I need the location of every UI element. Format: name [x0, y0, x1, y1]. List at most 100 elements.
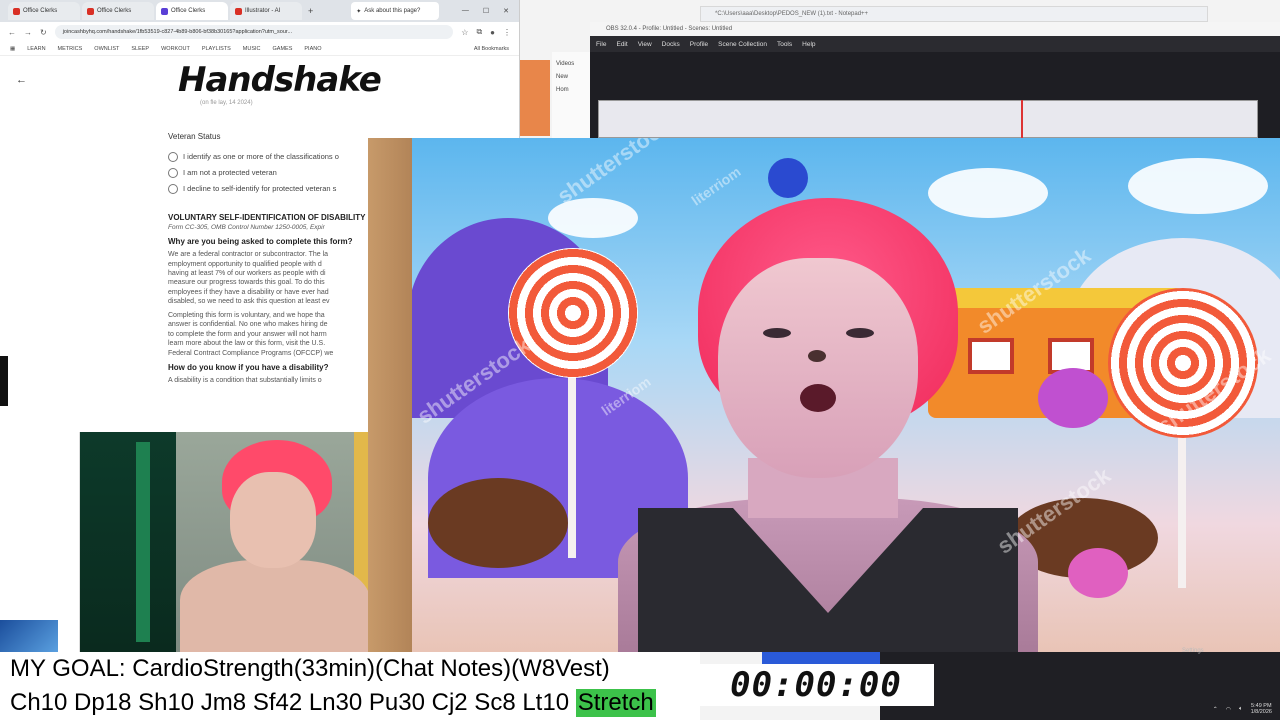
new-tab-icon[interactable]: + — [308, 6, 313, 16]
obs-titlebar[interactable]: OBS 32.0.4 - Profile: Untitled - Scenes:… — [590, 22, 1280, 36]
watermark-text: literriom — [688, 163, 744, 209]
network-icon[interactable]: ◠ — [1226, 706, 1231, 713]
obs-menubar: File Edit View Docks Profile Scene Colle… — [590, 36, 1280, 52]
forward-icon[interactable]: → — [24, 28, 32, 37]
radio-button[interactable] — [168, 167, 178, 178]
tab-strip: Office Clerks Office Clerks Office Clerk… — [0, 0, 519, 22]
profile-icon[interactable]: ● — [490, 28, 495, 37]
bookmark-folder[interactable]: OWNLIST — [94, 46, 119, 52]
bookmark-folder[interactable]: PIANO — [304, 46, 321, 52]
disability-subtitle: Form CC-305, OMB Control Number 1250-000… — [168, 223, 325, 231]
obs-menu-scene-collection[interactable]: Scene Collection — [718, 41, 767, 48]
person-eye — [846, 328, 874, 338]
why-paragraph: We are a federal contractor or subcontra… — [168, 251, 330, 306]
bookmark-folder[interactable]: PLAYLISTS — [202, 46, 231, 52]
person-face — [718, 258, 918, 478]
candy-ball — [768, 158, 808, 198]
volume-icon[interactable]: 🔈︎ — [1239, 706, 1243, 713]
obs-preview[interactable] — [598, 100, 1258, 138]
stopwatch-timer: 00:00:00 — [698, 664, 934, 706]
person-nose — [808, 350, 826, 362]
side-browser-panel: Videos New Hom — [552, 52, 590, 138]
application-form: Veteran Status I identify as one or more… — [168, 132, 378, 385]
watermark-text: shutterstock — [552, 138, 675, 209]
settings-label[interactable]: Settings — [1182, 648, 1204, 654]
person-mouth — [800, 384, 836, 412]
bookmarks-bar: ▦ LEARN METRICS OWNLIST SLEEP WORKOUT PL… — [0, 42, 519, 56]
cloud — [548, 198, 638, 238]
person-eye — [763, 328, 791, 338]
veteran-option[interactable]: I identify as one or more of the classif… — [168, 149, 378, 165]
taskbar-highlight — [762, 652, 880, 664]
voluntary-paragraph: Completing this form is voluntary, and w… — [168, 311, 334, 357]
site-icon — [87, 7, 94, 15]
bookmark-folder[interactable]: GAMES — [273, 46, 293, 52]
system-tray: ⌃ ◠ 🔈︎ 5:49 PM 1/8/2026 — [1213, 703, 1272, 716]
obs-menu-help[interactable]: Help — [802, 41, 815, 48]
obs-menu-profile[interactable]: Profile — [690, 41, 708, 48]
background-window-strip — [520, 60, 550, 136]
star-icon[interactable]: ☆ — [461, 28, 468, 37]
wood-post — [368, 138, 412, 652]
why-title: Why are you being asked to complete this… — [168, 237, 353, 247]
bookmark-folder[interactable]: METRICS — [58, 46, 83, 52]
bookmark-folder[interactable]: LEARN — [27, 46, 45, 52]
lollipop-stick — [568, 358, 576, 558]
reload-icon[interactable]: ↻ — [40, 28, 47, 37]
chevron-up-icon[interactable]: ⌃ — [1213, 706, 1218, 713]
radio-button[interactable] — [168, 183, 178, 194]
ask-page-button[interactable]: ✦ Ask about this page? — [351, 2, 440, 20]
handshake-icon — [161, 7, 168, 15]
maximize-icon[interactable]: ☐ — [483, 7, 489, 15]
desktop-strip — [0, 432, 80, 652]
veteran-option[interactable]: I decline to self-identify for protected… — [168, 181, 378, 197]
preview-guide-line — [1021, 100, 1023, 138]
bookmark-folder[interactable]: SLEEP — [131, 46, 149, 52]
url-bar[interactable]: joincashbyhq.com/handshake/1fb53519-c827… — [54, 25, 454, 39]
all-bookmarks[interactable]: All Bookmarks — [474, 46, 509, 52]
room-door — [80, 432, 176, 652]
bookmark-folder[interactable]: WORKOUT — [161, 46, 190, 52]
how-title: How do you know if you have a disability… — [168, 362, 329, 372]
browser-tab[interactable]: Office Clerks — [8, 2, 80, 20]
taskbar: ⌃ ◠ 🔈︎ 5:49 PM 1/8/2026 — [880, 652, 1280, 720]
notepad-titlebar[interactable]: *C:\Users\aaa\Desktop\PEDOS_NEW (1).txt … — [700, 6, 1208, 22]
obs-menu-view[interactable]: View — [638, 41, 652, 48]
veteran-option[interactable]: I am not a protected veteran — [168, 165, 378, 181]
stretch-highlight: Stretch — [575, 689, 656, 717]
back-arrow-icon[interactable]: ← — [16, 74, 27, 86]
minimize-icon[interactable]: — — [462, 7, 469, 15]
cloud — [1128, 158, 1268, 214]
logo-subtext: (on fle lay, 14 2024) — [200, 100, 253, 106]
disability-title: VOLUNTARY SELF-IDENTIFICATION OF DISABIL… — [168, 212, 366, 222]
how-paragraph: A disability is a condition that substan… — [168, 376, 322, 384]
radio-button[interactable] — [168, 151, 178, 162]
browser-tab-active[interactable]: Office Clerks — [156, 2, 228, 20]
sparkle-icon: ✦ — [356, 8, 362, 15]
donut — [428, 478, 568, 568]
back-icon[interactable]: ← — [8, 28, 16, 37]
obs-menu-edit[interactable]: Edit — [616, 41, 627, 48]
candy-ball — [1068, 548, 1128, 598]
obs-menu-docks[interactable]: Docks — [662, 41, 680, 48]
address-row: ← → ↻ joincashbyhq.com/handshake/1fb5351… — [0, 22, 519, 42]
gmail-icon — [13, 7, 20, 15]
side-item[interactable]: Videos — [556, 58, 586, 71]
side-item[interactable]: New — [556, 71, 586, 84]
side-item[interactable]: Hom — [556, 84, 586, 97]
person-body — [180, 560, 368, 652]
menu-icon[interactable]: ⋮ — [503, 28, 511, 37]
bookmark-folder[interactable]: MUSIC — [243, 46, 261, 52]
house-window — [968, 338, 1014, 374]
close-icon[interactable]: ✕ — [503, 7, 509, 15]
goal-banner: MY GOAL: CardioStrength(33min)(Chat Note… — [0, 652, 700, 686]
obs-menu-tools[interactable]: Tools — [777, 41, 792, 48]
clock[interactable]: 5:49 PM 1/8/2026 — [1251, 703, 1272, 716]
browser-tab[interactable]: Illustrator - AI — [230, 2, 302, 20]
veteran-title: Veteran Status — [168, 132, 221, 141]
extensions-icon[interactable]: ⧉ — [476, 27, 482, 37]
site-icon — [235, 7, 242, 15]
browser-tab[interactable]: Office Clerks — [82, 2, 154, 20]
obs-menu-file[interactable]: File — [596, 41, 606, 48]
apps-icon[interactable]: ▦ — [10, 46, 15, 52]
